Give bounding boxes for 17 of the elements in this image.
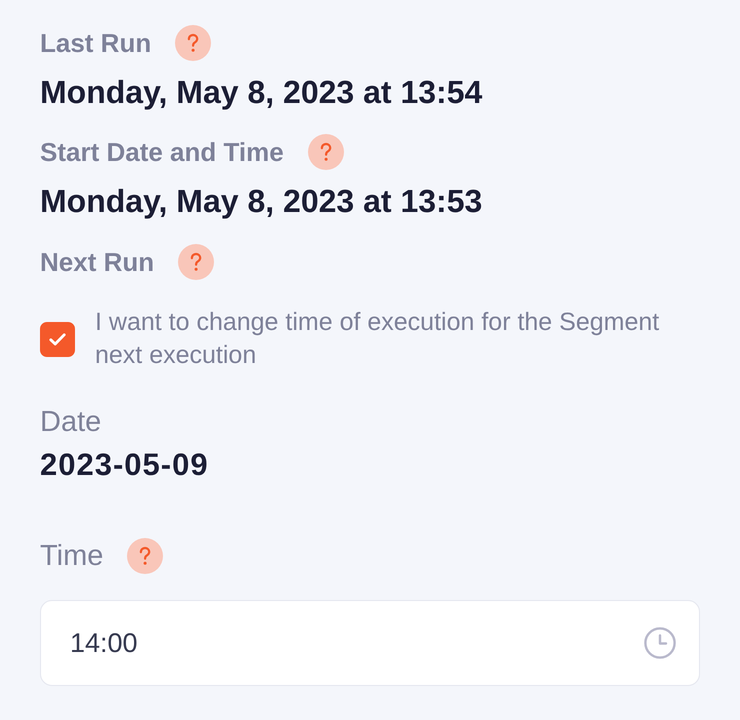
- field-value: Monday, May 8, 2023 at 13:53: [40, 182, 484, 220]
- time-input[interactable]: 14:00: [40, 600, 700, 686]
- date-value: 2023-05-09: [40, 447, 210, 483]
- help-icon[interactable]: [308, 134, 344, 170]
- checkbox-label: I want to change time of execution for the Segment next execution: [95, 307, 660, 371]
- field-label: Date: [40, 405, 102, 440]
- checkbox[interactable]: [40, 322, 75, 356]
- field-label: Start Date and Time: [40, 136, 284, 169]
- field-label: Last Run: [40, 27, 152, 60]
- section-label: Next Run: [40, 246, 154, 279]
- help-icon[interactable]: [175, 25, 212, 61]
- field-label: Time: [40, 539, 104, 574]
- clock-icon[interactable]: [644, 627, 676, 659]
- help-icon[interactable]: [178, 244, 214, 280]
- field-value: Monday, May 8, 2023 at 13:54: [40, 73, 484, 111]
- check-icon: [49, 332, 66, 346]
- help-icon[interactable]: [127, 538, 164, 574]
